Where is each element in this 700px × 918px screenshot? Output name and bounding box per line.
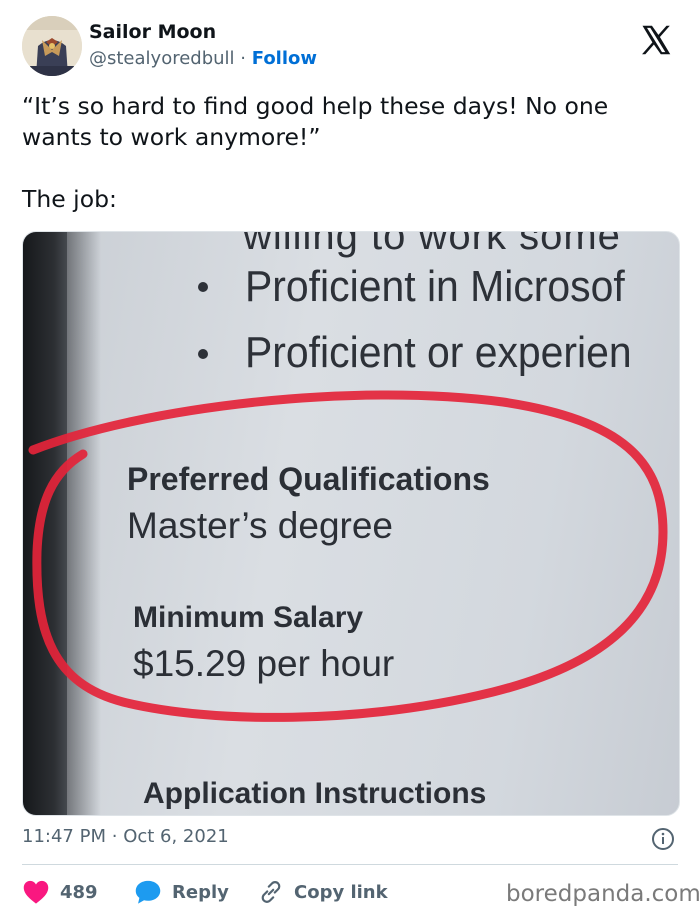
avatar-image (22, 16, 82, 76)
tweet-text-line: “It’s so hard to find good help these da… (22, 92, 609, 151)
like-button[interactable]: 489 (22, 878, 98, 906)
tweet-timestamp[interactable]: 11:47 PM · Oct 6, 2021 (22, 826, 229, 847)
x-logo-icon[interactable] (637, 22, 675, 58)
link-icon (261, 881, 281, 903)
meta-separator: · (111, 826, 118, 847)
divider (22, 864, 678, 865)
reply-label: Reply (172, 881, 229, 903)
follow-button[interactable]: Follow (252, 48, 317, 69)
author-handle-row: @stealyoredbull · Follow (89, 48, 317, 69)
tweet-text-line: The job: (22, 185, 117, 213)
tweet-photo[interactable]: willing to work some Proficient in Micro… (22, 231, 680, 816)
boredpanda-watermark: boredpanda.com (506, 881, 700, 907)
avatar[interactable] (22, 16, 82, 76)
action-bar: 489 Reply Copy link (22, 878, 482, 906)
tweet-text: “It’s so hard to find good help these da… (22, 91, 682, 215)
copy-link-button[interactable]: Copy link (258, 878, 388, 906)
tweet-time: 11:47 PM (22, 826, 106, 847)
like-count: 489 (60, 881, 98, 903)
tweet-date: Oct 6, 2021 (123, 826, 229, 847)
handle-separator: · (240, 48, 247, 69)
reply-bubble-icon (135, 880, 161, 904)
author-display-name[interactable]: Sailor Moon (89, 21, 216, 43)
info-icon[interactable] (651, 827, 675, 851)
author-handle[interactable]: @stealyoredbull (89, 48, 235, 69)
reply-button[interactable]: Reply (134, 878, 229, 906)
red-circle-annotation (28, 390, 668, 722)
heart-icon (23, 880, 49, 904)
copy-link-label: Copy link (294, 881, 388, 903)
